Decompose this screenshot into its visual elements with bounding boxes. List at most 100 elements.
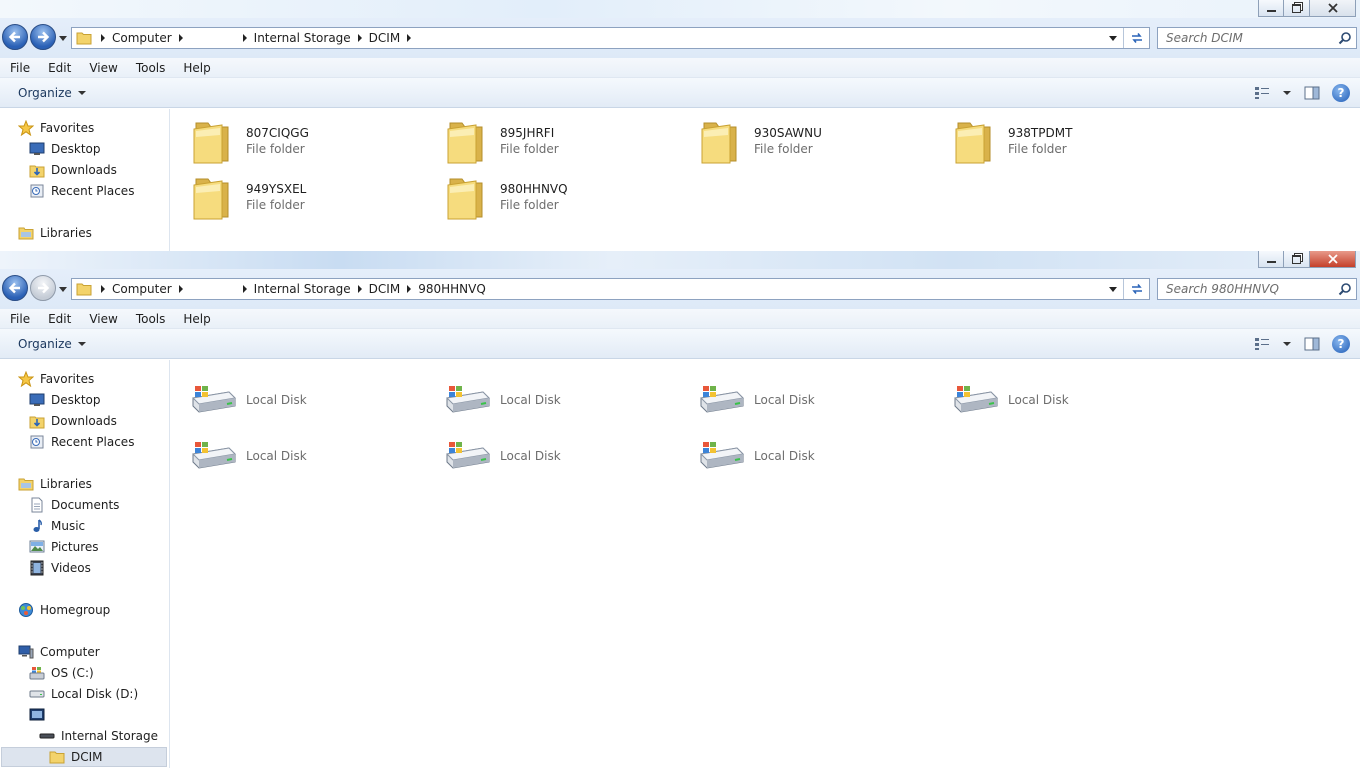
nav-recent-places[interactable]: Recent Places bbox=[29, 181, 134, 201]
menu-help[interactable]: Help bbox=[173, 312, 218, 326]
close-button[interactable] bbox=[1310, 0, 1356, 17]
nav-downloads[interactable]: Downloads bbox=[29, 160, 117, 180]
breadcrumb-dcim[interactable]: DCIM bbox=[367, 31, 403, 45]
search-input[interactable] bbox=[1166, 31, 1331, 45]
address-dropdown-button[interactable] bbox=[1105, 279, 1121, 299]
breadcrumb-computer[interactable]: Computer bbox=[110, 31, 174, 45]
menu-file[interactable]: File bbox=[0, 312, 38, 326]
recent-pages-dropdown-icon[interactable] bbox=[59, 34, 67, 42]
libraries-icon bbox=[18, 225, 34, 241]
breadcrumb-device[interactable] bbox=[187, 28, 238, 48]
title-bar[interactable] bbox=[0, 251, 1360, 271]
help-icon[interactable]: ? bbox=[1332, 335, 1350, 353]
refresh-button[interactable] bbox=[1123, 28, 1149, 48]
folder-item[interactable]: 938TPDMT File folder bbox=[950, 115, 1190, 167]
breadcrumb-separator[interactable] bbox=[353, 279, 367, 299]
nav-videos[interactable]: Videos bbox=[29, 558, 91, 578]
nav-os-c[interactable]: OS (C:) bbox=[29, 663, 94, 683]
nav-libraries[interactable]: Libraries bbox=[18, 474, 92, 494]
folder-item[interactable]: 807CIQGG File folder bbox=[188, 115, 428, 167]
organize-button[interactable]: Organize bbox=[18, 337, 86, 351]
menu-edit[interactable]: Edit bbox=[38, 312, 79, 326]
title-bar[interactable] bbox=[0, 0, 1360, 18]
breadcrumb-device[interactable] bbox=[187, 279, 238, 299]
drive-item[interactable]: Local Disk bbox=[442, 430, 682, 482]
nav-internal-storage[interactable]: Internal Storage bbox=[39, 726, 158, 746]
folder-item[interactable]: 930SAWNU File folder bbox=[696, 115, 936, 167]
folder-item[interactable]: 949YSXEL File folder bbox=[188, 171, 428, 223]
back-button[interactable] bbox=[2, 24, 28, 50]
breadcrumb-computer[interactable]: Computer bbox=[110, 282, 174, 296]
change-view-button[interactable] bbox=[1252, 335, 1272, 353]
nav-computer[interactable]: Computer bbox=[18, 642, 100, 662]
close-button[interactable] bbox=[1310, 251, 1356, 268]
recent-pages-dropdown-icon[interactable] bbox=[59, 285, 67, 293]
drive-item[interactable]: Local Disk bbox=[950, 374, 1190, 426]
drive-item[interactable]: Local Disk bbox=[188, 374, 428, 426]
search-box[interactable] bbox=[1157, 278, 1357, 300]
menu-tools[interactable]: Tools bbox=[126, 61, 174, 75]
breadcrumb-internal-storage[interactable]: Internal Storage bbox=[252, 282, 353, 296]
folder-item[interactable]: 980HHNVQ File folder bbox=[442, 171, 682, 223]
address-bar[interactable]: Computer Internal Storage DCIM 980HHNVQ bbox=[71, 278, 1150, 300]
breadcrumb-separator[interactable] bbox=[402, 279, 416, 299]
nav-local-disk-d[interactable]: Local Disk (D:) bbox=[29, 684, 138, 704]
nav-desktop[interactable]: Desktop bbox=[29, 390, 101, 410]
nav-portable-device[interactable] bbox=[29, 705, 51, 725]
more-options-dropdown[interactable] bbox=[1282, 91, 1292, 95]
drive-item[interactable]: Local Disk bbox=[188, 430, 428, 482]
more-options-dropdown[interactable] bbox=[1282, 342, 1292, 346]
menu-file[interactable]: File bbox=[0, 61, 38, 75]
nav-pictures[interactable]: Pictures bbox=[29, 537, 99, 557]
minimize-button[interactable] bbox=[1258, 251, 1284, 268]
drive-item[interactable]: Local Disk bbox=[442, 374, 682, 426]
breadcrumb-separator[interactable] bbox=[238, 279, 252, 299]
breadcrumb-separator[interactable] bbox=[174, 279, 188, 299]
preview-pane-button[interactable] bbox=[1302, 335, 1322, 353]
change-view-button[interactable] bbox=[1252, 84, 1272, 102]
search-icon[interactable] bbox=[1338, 31, 1352, 45]
breadcrumb-separator[interactable] bbox=[353, 28, 367, 48]
address-dropdown-button[interactable] bbox=[1105, 28, 1121, 48]
drive-item[interactable]: Local Disk bbox=[696, 374, 936, 426]
menu-tools[interactable]: Tools bbox=[126, 312, 174, 326]
breadcrumb-980hhnvq[interactable]: 980HHNVQ bbox=[416, 282, 488, 296]
breadcrumb-separator[interactable] bbox=[174, 28, 188, 48]
menu-view[interactable]: View bbox=[79, 61, 125, 75]
search-input[interactable] bbox=[1166, 282, 1331, 296]
breadcrumb-internal-storage[interactable]: Internal Storage bbox=[252, 31, 353, 45]
search-box[interactable] bbox=[1157, 27, 1357, 49]
drive-item[interactable]: Local Disk bbox=[696, 430, 936, 482]
nav-homegroup[interactable]: Homegroup bbox=[18, 600, 110, 620]
breadcrumb-separator[interactable] bbox=[238, 28, 252, 48]
breadcrumb-separator[interactable] bbox=[96, 279, 110, 299]
refresh-button[interactable] bbox=[1123, 279, 1149, 299]
maximize-button[interactable] bbox=[1284, 251, 1310, 268]
breadcrumb-separator[interactable] bbox=[96, 28, 110, 48]
nav-downloads[interactable]: Downloads bbox=[29, 411, 117, 431]
breadcrumb-dcim[interactable]: DCIM bbox=[367, 282, 403, 296]
forward-button[interactable] bbox=[30, 275, 56, 301]
organize-button[interactable]: Organize bbox=[18, 86, 86, 100]
minimize-button[interactable] bbox=[1258, 0, 1284, 17]
back-button[interactable] bbox=[2, 275, 28, 301]
address-bar[interactable]: Computer Internal Storage DCIM bbox=[71, 27, 1150, 49]
nav-libraries[interactable]: Libraries bbox=[18, 223, 92, 243]
nav-favorites[interactable]: Favorites bbox=[18, 369, 94, 389]
menu-help[interactable]: Help bbox=[173, 61, 218, 75]
maximize-button[interactable] bbox=[1284, 0, 1310, 17]
folder-item[interactable]: 895JHRFI File folder bbox=[442, 115, 682, 167]
menu-view[interactable]: View bbox=[79, 312, 125, 326]
nav-dcim[interactable]: DCIM bbox=[1, 747, 167, 767]
nav-documents[interactable]: Documents bbox=[29, 495, 119, 515]
search-icon[interactable] bbox=[1338, 282, 1352, 296]
nav-desktop[interactable]: Desktop bbox=[29, 139, 101, 159]
breadcrumb-separator[interactable] bbox=[402, 28, 416, 48]
nav-recent-places[interactable]: Recent Places bbox=[29, 432, 134, 452]
help-icon[interactable]: ? bbox=[1332, 84, 1350, 102]
nav-favorites[interactable]: Favorites bbox=[18, 118, 94, 138]
forward-button[interactable] bbox=[30, 24, 56, 50]
menu-edit[interactable]: Edit bbox=[38, 61, 79, 75]
nav-music[interactable]: Music bbox=[29, 516, 85, 536]
preview-pane-button[interactable] bbox=[1302, 84, 1322, 102]
